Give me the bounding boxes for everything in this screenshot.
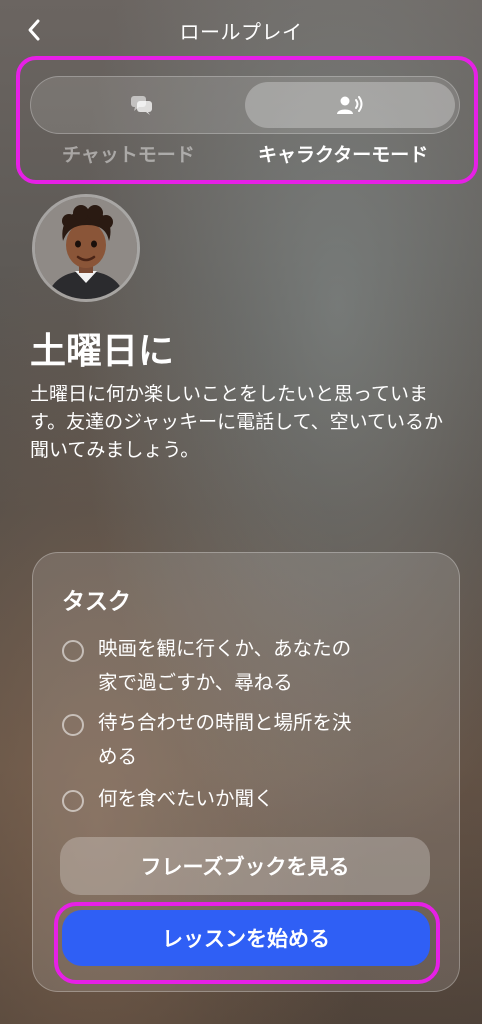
task-text-line: 映画を観に行くか、あなたの <box>98 637 352 660</box>
page-title: ロールプレイ <box>179 20 303 44</box>
task-text-line: 何を食べたいか聞く <box>98 787 274 810</box>
start-lesson-button[interactable]: レッスンを始める <box>62 910 430 966</box>
task-text: 待ち合わせの時間と場所を決 める <box>98 706 352 774</box>
tab-chat-mode[interactable] <box>37 82 247 128</box>
avatar <box>32 194 140 302</box>
task-item: 待ち合わせの時間と場所を決 める <box>62 710 432 774</box>
scenario-title: 土曜日に <box>30 331 175 372</box>
task-text: 映画を観に行くか、あなたの 家で過ごすか、尋ねる <box>98 632 351 700</box>
chat-mode-label[interactable]: チャットモード <box>62 140 195 167</box>
task-item: 映画を観に行くか、あなたの 家で過ごすか、尋ねる <box>62 636 432 700</box>
character-avatar-image <box>35 197 137 299</box>
character-mode-label[interactable]: キャラクターモード <box>258 140 428 167</box>
mode-switcher <box>30 76 460 134</box>
task-text-line: 家で過ごすか、尋ねる <box>98 671 293 694</box>
tab-character-mode[interactable] <box>245 82 455 128</box>
scenario-description: 土曜日に何か楽しいことをしたいと思っています。友達のジャッキーに電話して、空いて… <box>30 383 444 461</box>
task-text-line: 待ち合わせの時間と場所を決 <box>98 711 352 734</box>
task-text: 何を食べたいか聞く <box>98 782 274 816</box>
task-item: 何を食べたいか聞く <box>62 786 432 816</box>
task-radio[interactable] <box>62 714 84 736</box>
task-card-title: タスク <box>62 589 131 615</box>
task-radio[interactable] <box>62 640 84 662</box>
task-radio[interactable] <box>62 790 84 812</box>
voice-person-icon <box>337 96 363 114</box>
phrasebook-button[interactable]: フレーズブックを見る <box>60 837 430 895</box>
task-text-line: める <box>98 745 138 768</box>
chat-bubbles-icon <box>131 96 152 115</box>
